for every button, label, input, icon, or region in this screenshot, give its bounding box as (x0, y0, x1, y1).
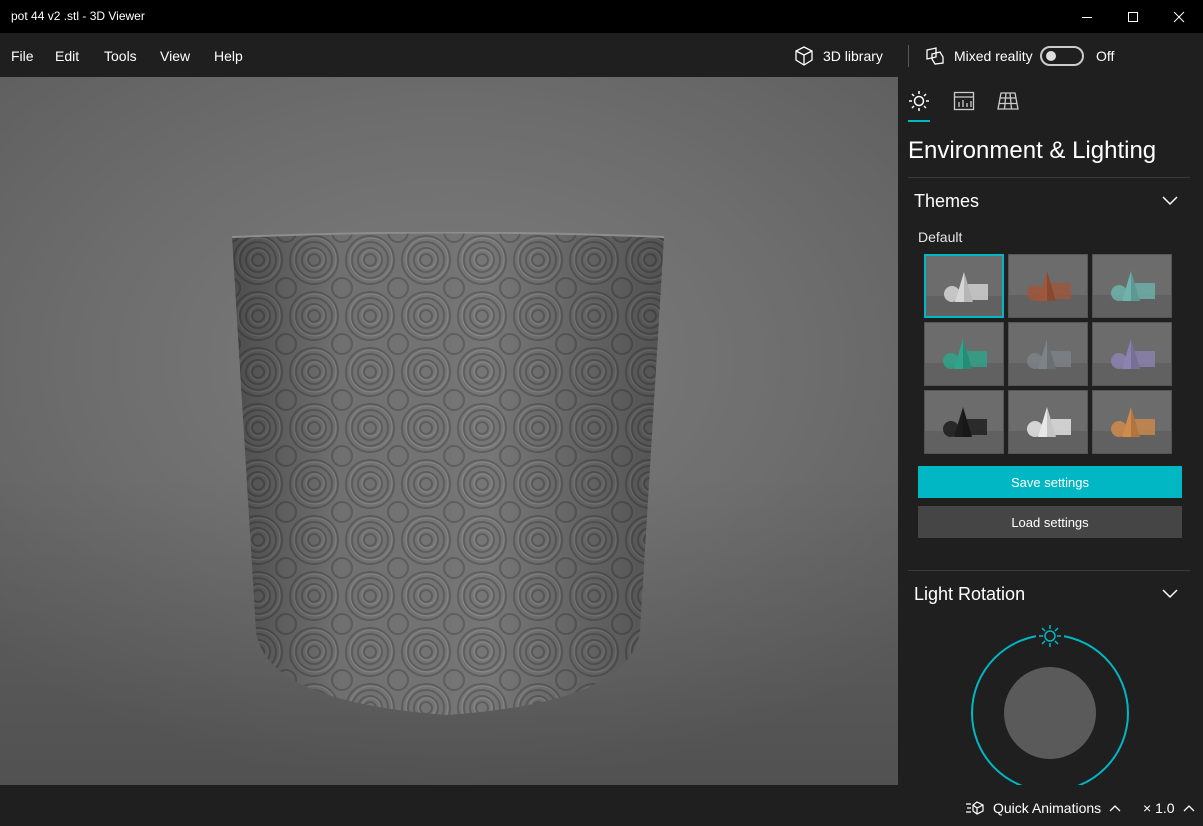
theme-thumbnail-white[interactable] (1008, 390, 1088, 454)
side-panel: Environment & Lighting Themes Default Sa… (898, 77, 1203, 785)
mixed-reality-toggle[interactable] (1040, 46, 1084, 66)
theme-thumbnail-green[interactable] (924, 322, 1004, 386)
theme-preview-icon (1093, 255, 1171, 317)
3d-library-button[interactable]: 3D library (793, 45, 883, 67)
theme-thumbnail-copper[interactable] (1008, 254, 1088, 318)
chevron-down-icon[interactable] (1162, 589, 1178, 599)
theme-preview-icon (1009, 391, 1087, 453)
quick-animations-label: Quick Animations (993, 800, 1102, 816)
menu-help[interactable]: Help (214, 48, 243, 64)
theme-thumbnail-teal[interactable] (1092, 254, 1172, 318)
theme-preview-icon (1009, 323, 1087, 385)
menu-view[interactable]: View (160, 48, 190, 64)
save-settings-button[interactable]: Save settings (918, 466, 1182, 498)
divider (908, 570, 1190, 571)
close-button[interactable] (1156, 0, 1202, 33)
minimize-icon (1082, 16, 1092, 18)
chevron-down-icon[interactable] (1162, 196, 1178, 206)
light-rotation-control[interactable] (966, 621, 1136, 785)
tab-active-indicator (908, 120, 930, 122)
animation-icon (966, 801, 984, 815)
mixed-reality-state: Off (1096, 48, 1115, 64)
animation-speed-label: × 1.0 (1143, 800, 1175, 816)
chevron-up-icon (1183, 805, 1194, 812)
light-rotation-header[interactable]: Light Rotation (914, 584, 1025, 605)
light-sphere[interactable] (1004, 667, 1096, 759)
menu-tools[interactable]: Tools (104, 48, 137, 64)
theme-thumbnail-lavender[interactable] (1092, 322, 1172, 386)
mixed-reality-icon (926, 47, 944, 65)
maximize-icon (1128, 11, 1138, 22)
cube-icon (795, 46, 813, 66)
pot-model[interactable] (230, 232, 666, 717)
grid-icon (997, 92, 1019, 110)
maximize-button[interactable] (1110, 0, 1156, 33)
panel-title: Environment & Lighting (908, 137, 1157, 164)
menu-file[interactable]: File (11, 48, 34, 64)
title-bar: pot 44 v2 .stl - 3D Viewer (0, 0, 1203, 33)
menu-edit[interactable]: Edit (55, 48, 79, 64)
theme-preview-icon (925, 323, 1003, 385)
tab-environment[interactable] (907, 91, 931, 111)
animation-speed-button[interactable]: × 1.0 (1143, 800, 1195, 816)
menu-bar: File Edit Tools View Help 3D library Mix… (0, 33, 1203, 77)
divider (908, 177, 1190, 178)
stats-icon (953, 91, 975, 111)
themes-header[interactable]: Themes (914, 191, 979, 212)
theme-thumbnail-slate[interactable] (1008, 322, 1088, 386)
theme-preview-icon (925, 391, 1003, 453)
window-title: pot 44 v2 .stl - 3D Viewer (11, 9, 145, 23)
theme-thumbnail-orange-violet[interactable] (1092, 390, 1172, 454)
close-icon (1173, 11, 1185, 22)
selected-theme-label: Default (918, 229, 963, 245)
load-settings-button[interactable]: Load settings (918, 506, 1182, 538)
minimize-button[interactable] (1064, 0, 1110, 33)
mixed-reality-button[interactable]: Mixed reality (924, 45, 1033, 67)
tab-grid[interactable] (996, 91, 1020, 111)
chevron-up-icon (1109, 805, 1121, 812)
mixed-reality-label: Mixed reality (954, 48, 1033, 64)
theme-preview-icon (926, 256, 1002, 316)
tab-stats[interactable] (952, 91, 976, 111)
toggle-knob (1046, 51, 1056, 61)
3d-viewport[interactable] (0, 77, 898, 785)
3d-library-label: 3D library (823, 48, 883, 64)
theme-preview-icon (1093, 391, 1171, 453)
toolbar-divider (908, 45, 909, 67)
theme-thumbnail-dark[interactable] (924, 390, 1004, 454)
status-bar: Quick Animations × 1.0 (0, 785, 1203, 826)
theme-preview-icon (1093, 323, 1171, 385)
theme-thumbnail-default[interactable] (924, 254, 1004, 318)
theme-preview-icon (1009, 255, 1087, 317)
quick-animations-button[interactable]: Quick Animations (965, 800, 1121, 816)
sun-icon (909, 91, 929, 111)
